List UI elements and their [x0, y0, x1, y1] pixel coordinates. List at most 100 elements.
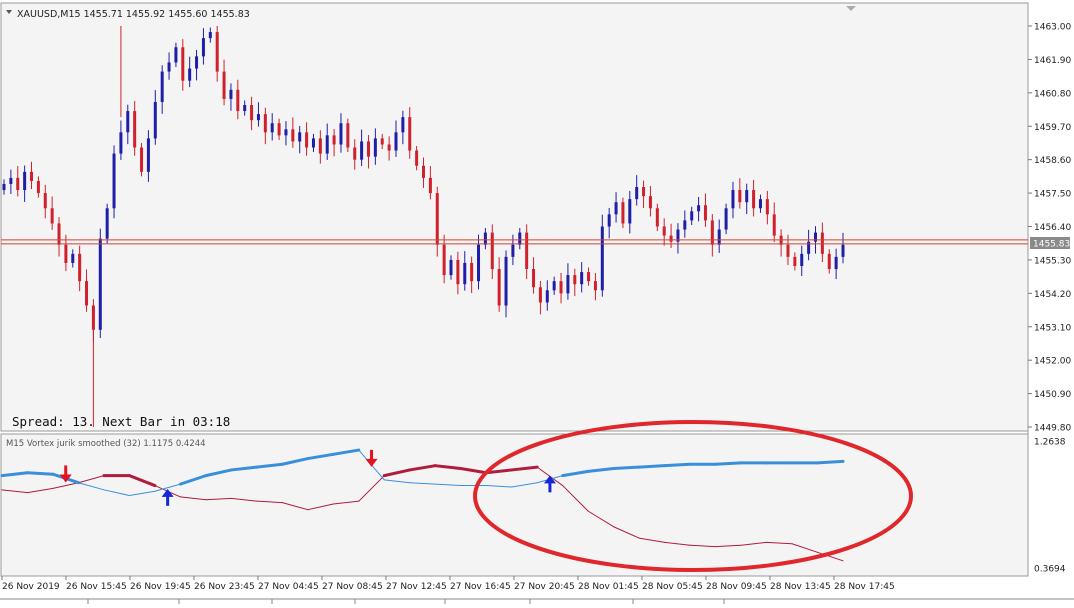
candle-body	[30, 171, 34, 181]
chart-window: 1463.00 1461.90 1460.80 1459.70 1458.60 1457.…	[0, 0, 1074, 604]
candle-body	[146, 138, 150, 172]
time-tick-label: 27 Nov 12:45	[386, 582, 447, 592]
candle-body	[43, 193, 47, 209]
candle-body	[820, 232, 824, 254]
candle-body	[401, 117, 405, 133]
price-tick-label: 1461.90	[1034, 56, 1071, 66]
candle-body	[655, 208, 659, 227]
candle-body	[827, 253, 831, 270]
candle-body	[339, 123, 343, 145]
time-tick-label: 26 Nov 19:45	[130, 582, 191, 592]
candle-body	[841, 244, 845, 257]
candle-body	[752, 190, 756, 209]
price-tick-label: 1453.10	[1034, 323, 1071, 333]
candle-body	[263, 114, 267, 133]
candle-body	[311, 138, 315, 148]
candle-body	[538, 287, 542, 303]
indicator-tick-label: 1.2638	[1034, 438, 1066, 448]
candle-body	[532, 269, 536, 288]
price-tick-label: 1455.30	[1034, 256, 1071, 266]
candle-body	[511, 244, 515, 257]
candle-body	[662, 226, 666, 236]
candle-body	[236, 89, 240, 112]
vi-plus-segment	[663, 462, 692, 468]
candle-body	[153, 101, 157, 139]
time-tick-label: 27 Nov 08:45	[322, 582, 383, 592]
price-tick-label: 1449.80	[1034, 424, 1071, 434]
candle-body	[690, 211, 694, 221]
candle-body	[669, 235, 673, 242]
time-tick-label: 28 Nov 05:45	[642, 582, 703, 592]
indicator-label: M15 Vortex jurik smoothed (32) 1.1175 0.…	[6, 439, 206, 449]
current-price-label: 1455.83	[1033, 240, 1070, 250]
candle-body	[380, 138, 384, 145]
candle-body	[435, 193, 439, 245]
candle-body	[9, 177, 13, 184]
candle-body	[174, 47, 178, 63]
candle-body	[635, 187, 639, 200]
candle-body	[23, 171, 27, 191]
candle-body	[353, 147, 357, 160]
candle-body	[648, 196, 652, 209]
candle-body	[277, 123, 281, 136]
candle-body	[697, 205, 701, 212]
candle-body	[566, 275, 570, 294]
candle-body	[456, 259, 460, 285]
candle-body	[387, 144, 391, 151]
spread-text: Spread: 13. Next Bar in 03:18	[12, 414, 230, 429]
chart-canvas: 1463.00 1461.90 1460.80 1459.70 1458.60 1457.…	[0, 2, 1074, 604]
candle-body	[580, 272, 584, 285]
candle-body	[834, 256, 838, 270]
candle-body	[284, 129, 288, 136]
time-tick-label: 28 Nov 17:45	[834, 582, 895, 592]
symbol-info: XAUUSD,M15 1455.71 1455.92 1455.60 1455.…	[17, 9, 250, 20]
price-tick-label: 1463.00	[1034, 23, 1071, 33]
vi-plus-segment	[25, 471, 55, 476]
candle-body	[256, 114, 260, 121]
candle-body	[195, 56, 199, 69]
candle-body	[449, 259, 453, 276]
candle-body	[140, 147, 144, 172]
price-tick-label: 1459.70	[1034, 123, 1071, 133]
candle-body	[765, 199, 769, 215]
candle-body	[373, 138, 377, 157]
price-tick-label: 1457.50	[1034, 190, 1071, 200]
candle-body	[112, 153, 116, 209]
time-tick-label: 28 Nov 13:45	[770, 582, 831, 592]
candle-body	[559, 281, 563, 294]
candle-body	[366, 141, 370, 157]
candle-body	[793, 256, 797, 266]
candle-body	[745, 190, 749, 203]
candle-body	[360, 141, 364, 160]
candle-body	[64, 244, 68, 263]
candle-body	[160, 71, 164, 102]
candle-body	[98, 238, 102, 330]
candle-body	[305, 132, 309, 148]
candle-body	[270, 123, 274, 133]
candle-body	[250, 104, 254, 121]
candle-body	[422, 165, 425, 178]
candle-body	[593, 281, 597, 291]
candle-body	[78, 253, 82, 282]
candle-body	[552, 281, 556, 291]
candle-body	[614, 202, 618, 215]
candle-body	[167, 62, 171, 72]
candle-body	[201, 38, 205, 57]
candle-body	[346, 123, 350, 148]
candle-body	[415, 150, 419, 166]
candle-body	[573, 275, 577, 285]
candle-body	[724, 208, 728, 230]
candle-body	[105, 208, 109, 239]
time-tick-label: 26 Nov 23:45	[194, 582, 255, 592]
price-pane[interactable]	[0, 2, 1029, 432]
candle-body	[497, 269, 501, 306]
candle-body	[50, 208, 54, 224]
candle-body	[394, 132, 398, 151]
candle-body	[428, 177, 432, 194]
price-tick-label: 1454.20	[1034, 290, 1071, 300]
candle-body	[587, 272, 591, 282]
candle-body	[607, 214, 611, 227]
candle-body	[318, 138, 322, 154]
price-tick-label: 1450.90	[1034, 390, 1071, 400]
candle-body	[772, 214, 776, 236]
